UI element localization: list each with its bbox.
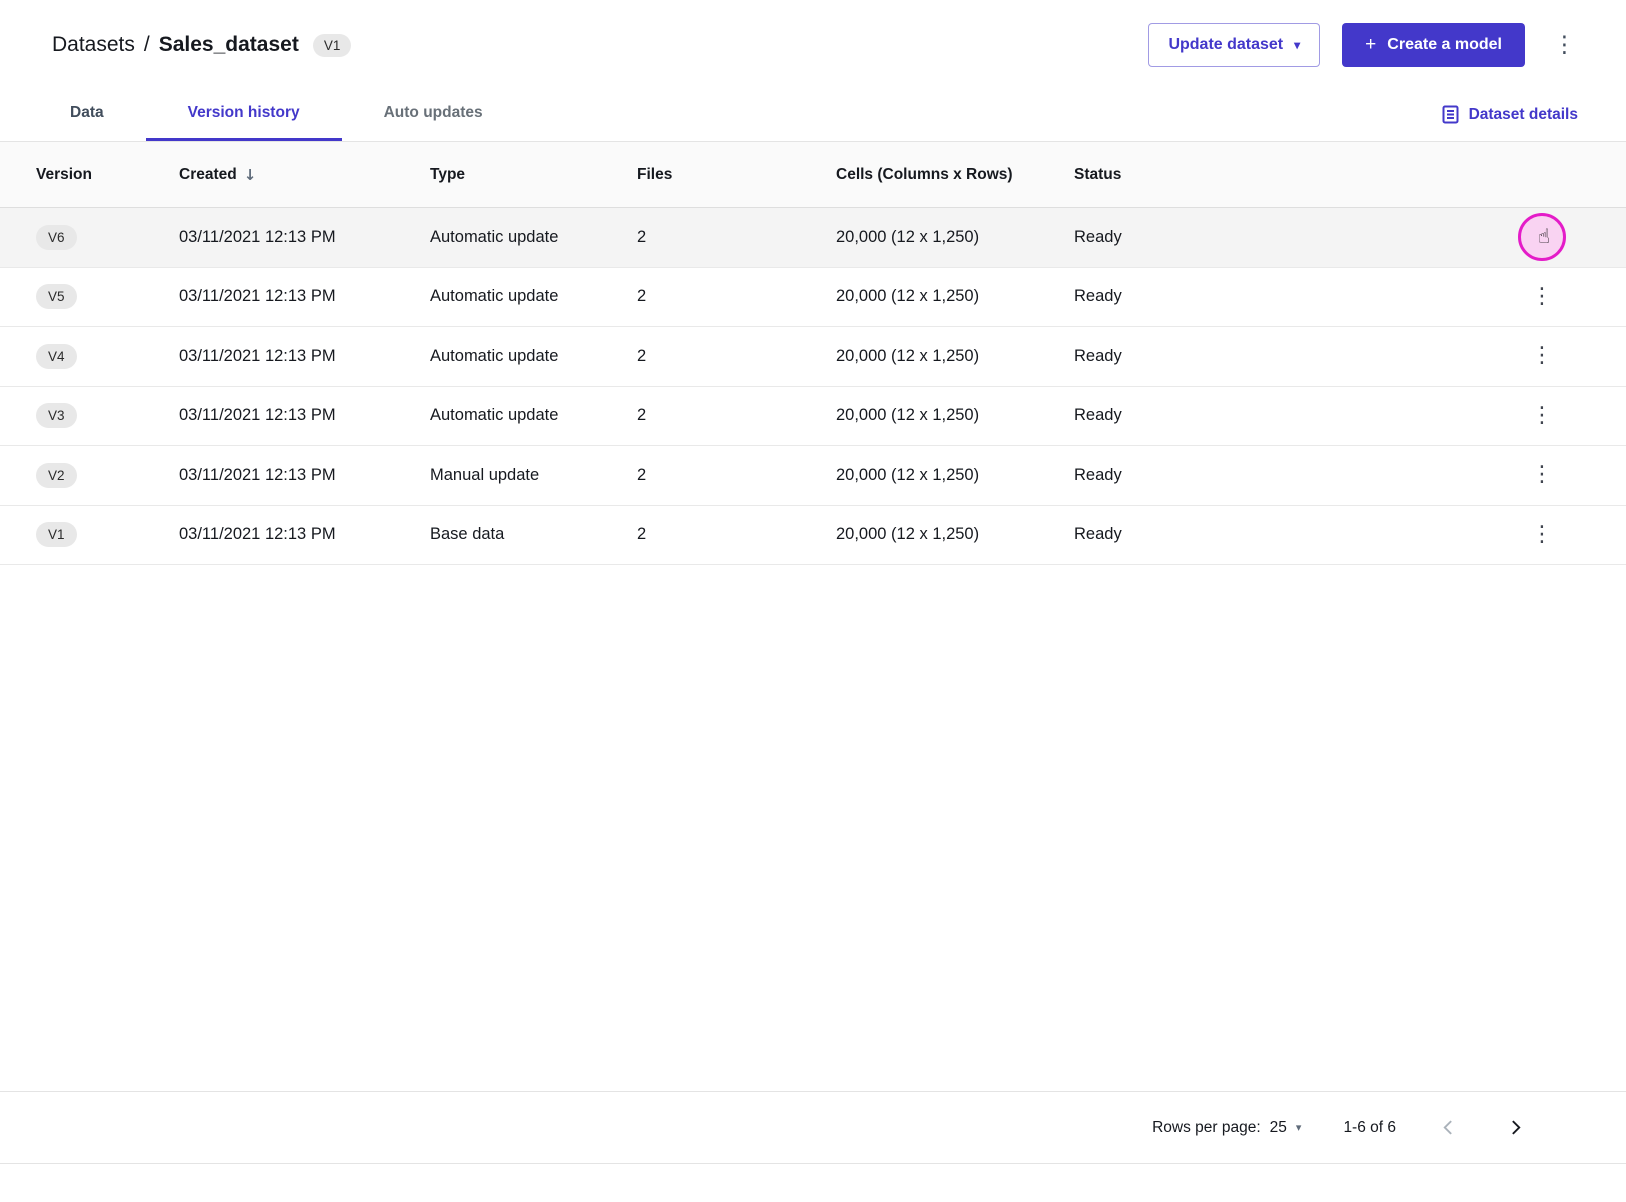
cell-cells: 20,000 (12 x 1,250) xyxy=(836,347,1074,366)
dataset-details-label: Dataset details xyxy=(1469,106,1578,124)
table-row[interactable]: V3 03/11/2021 12:13 PM Automatic update … xyxy=(0,387,1626,447)
update-dataset-button[interactable]: Update dataset ▾ xyxy=(1148,23,1320,67)
table-body: V6 03/11/2021 12:13 PM Automatic update … xyxy=(0,208,1626,565)
plus-icon: + xyxy=(1365,37,1376,52)
cell-type: Base data xyxy=(430,525,637,544)
cell-type: Automatic update xyxy=(430,287,637,306)
cell-created: 03/11/2021 12:13 PM xyxy=(179,347,430,366)
cell-files: 2 xyxy=(637,525,836,544)
cell-cells: 20,000 (12 x 1,250) xyxy=(836,466,1074,485)
cell-created: 03/11/2021 12:13 PM xyxy=(179,406,430,425)
rows-per-page-caret-icon: ▾ xyxy=(1296,1121,1302,1134)
cell-version: V5 xyxy=(36,284,179,309)
cell-type: Manual update xyxy=(430,466,637,485)
column-header-version: Version xyxy=(36,166,179,184)
tab-version-history[interactable]: Version history xyxy=(146,88,342,141)
sort-descending-icon: ↓ xyxy=(244,166,257,184)
document-icon xyxy=(1441,105,1460,124)
table-row[interactable]: V1 03/11/2021 12:13 PM Base data 2 20,00… xyxy=(0,506,1626,566)
bottom-gap xyxy=(0,1164,1626,1202)
version-pill: V1 xyxy=(36,522,77,547)
tab-auto-updates[interactable]: Auto updates xyxy=(342,88,525,141)
cell-cells: 20,000 (12 x 1,250) xyxy=(836,525,1074,544)
version-pill: V3 xyxy=(36,403,77,428)
cell-files: 2 xyxy=(637,406,836,425)
rows-per-page-label: Rows per page: xyxy=(1152,1119,1261,1137)
cell-status: Ready xyxy=(1074,287,1522,306)
empty-area xyxy=(0,565,1626,1091)
cell-created: 03/11/2021 12:13 PM xyxy=(179,525,430,544)
page-title: Sales_dataset xyxy=(159,33,299,57)
breadcrumb-separator: / xyxy=(144,33,150,57)
cell-files: 2 xyxy=(637,287,836,306)
header-actions: Update dataset ▾ + Create a model ⋮ xyxy=(1148,23,1582,67)
version-pill: V2 xyxy=(36,463,77,488)
row-kebab-menu-icon[interactable]: ⋮ xyxy=(1523,522,1561,548)
version-pill: V5 xyxy=(36,284,77,309)
table-header-row: Version Created ↓ Type Files Cells (Colu… xyxy=(0,142,1626,208)
cell-type: Automatic update xyxy=(430,347,637,366)
row-kebab-menu-icon[interactable]: ⋮ xyxy=(1523,224,1561,250)
row-kebab-menu-icon[interactable]: ⋮ xyxy=(1523,343,1561,369)
chevron-right-icon xyxy=(1507,1119,1524,1136)
row-kebab-menu-icon[interactable]: ⋮ xyxy=(1523,284,1561,310)
create-model-label: Create a model xyxy=(1387,37,1502,53)
version-pill: V4 xyxy=(36,344,77,369)
cell-created: 03/11/2021 12:13 PM xyxy=(179,287,430,306)
page-header: Datasets / Sales_dataset V1 Update datas… xyxy=(0,0,1626,88)
next-page-button[interactable] xyxy=(1501,1113,1530,1142)
pagination-footer: Rows per page: 25 ▾ 1-6 of 6 xyxy=(0,1091,1626,1164)
dataset-version-badge: V1 xyxy=(313,34,352,57)
breadcrumb-datasets-link[interactable]: Datasets xyxy=(52,33,135,57)
chevron-down-icon: ▾ xyxy=(1294,39,1300,51)
pagination-range: 1-6 of 6 xyxy=(1343,1119,1396,1137)
cell-version: V6 xyxy=(36,225,179,250)
cell-status: Ready xyxy=(1074,525,1522,544)
row-kebab-menu-icon[interactable]: ⋮ xyxy=(1523,403,1561,429)
cell-created: 03/11/2021 12:13 PM xyxy=(179,228,430,247)
cell-files: 2 xyxy=(637,466,836,485)
column-header-type: Type xyxy=(430,166,637,184)
breadcrumb: Datasets / Sales_dataset V1 xyxy=(52,33,351,57)
cell-status: Ready xyxy=(1074,347,1522,366)
cell-status: Ready xyxy=(1074,228,1522,247)
cell-type: Automatic update xyxy=(430,406,637,425)
column-header-cells: Cells (Columns x Rows) xyxy=(836,166,1074,184)
column-header-created[interactable]: Created ↓ xyxy=(179,166,430,184)
table-row[interactable]: V2 03/11/2021 12:13 PM Manual update 2 2… xyxy=(0,446,1626,506)
cell-version: V2 xyxy=(36,463,179,488)
tab-data[interactable]: Data xyxy=(28,88,146,141)
table-row[interactable]: V4 03/11/2021 12:13 PM Automatic update … xyxy=(0,327,1626,387)
cell-status: Ready xyxy=(1074,466,1522,485)
rows-per-page-select[interactable]: Rows per page: 25 ▾ xyxy=(1152,1119,1301,1137)
cell-type: Automatic update xyxy=(430,228,637,247)
header-kebab-menu-icon[interactable]: ⋮ xyxy=(1547,30,1582,61)
cell-version: V1 xyxy=(36,522,179,547)
rows-per-page-value: 25 xyxy=(1270,1119,1287,1137)
column-header-status: Status xyxy=(1074,166,1522,184)
cell-cells: 20,000 (12 x 1,250) xyxy=(836,228,1074,247)
column-header-files: Files xyxy=(637,166,836,184)
cell-files: 2 xyxy=(637,347,836,366)
cell-created: 03/11/2021 12:13 PM xyxy=(179,466,430,485)
page: Datasets / Sales_dataset V1 Update datas… xyxy=(0,0,1626,1202)
cell-files: 2 xyxy=(637,228,836,247)
version-pill: V6 xyxy=(36,225,77,250)
table-row[interactable]: V5 03/11/2021 12:13 PM Automatic update … xyxy=(0,268,1626,328)
dataset-details-link[interactable]: Dataset details xyxy=(1441,88,1578,141)
update-dataset-label: Update dataset xyxy=(1168,37,1283,53)
previous-page-button[interactable] xyxy=(1434,1113,1463,1142)
table-row[interactable]: V6 03/11/2021 12:13 PM Automatic update … xyxy=(0,208,1626,268)
cell-cells: 20,000 (12 x 1,250) xyxy=(836,287,1074,306)
cell-cells: 20,000 (12 x 1,250) xyxy=(836,406,1074,425)
cell-status: Ready xyxy=(1074,406,1522,425)
create-model-button[interactable]: + Create a model xyxy=(1342,23,1525,67)
tabs-bar: Data Version history Auto updates Datase… xyxy=(0,88,1626,142)
cell-version: V3 xyxy=(36,403,179,428)
cell-version: V4 xyxy=(36,344,179,369)
chevron-left-icon xyxy=(1440,1119,1457,1136)
row-kebab-menu-icon[interactable]: ⋮ xyxy=(1523,462,1561,488)
